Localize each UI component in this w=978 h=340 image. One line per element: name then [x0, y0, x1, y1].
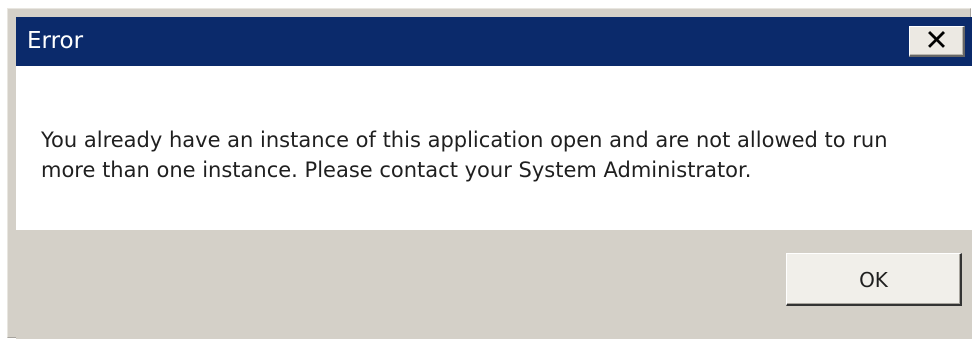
close-button[interactable]: ✕: [909, 26, 965, 57]
close-icon: ✕: [924, 23, 949, 57]
dialog-button-area: OK: [16, 230, 972, 339]
error-dialog: Error ✕ You already have an instance of …: [7, 8, 972, 339]
ok-button[interactable]: OK: [786, 253, 962, 306]
dialog-title: Error: [27, 28, 84, 54]
dialog-titlebar: Error ✕: [16, 17, 972, 66]
error-message: You already have an instance of this app…: [41, 128, 888, 182]
message-area: You already have an instance of this app…: [16, 66, 972, 230]
